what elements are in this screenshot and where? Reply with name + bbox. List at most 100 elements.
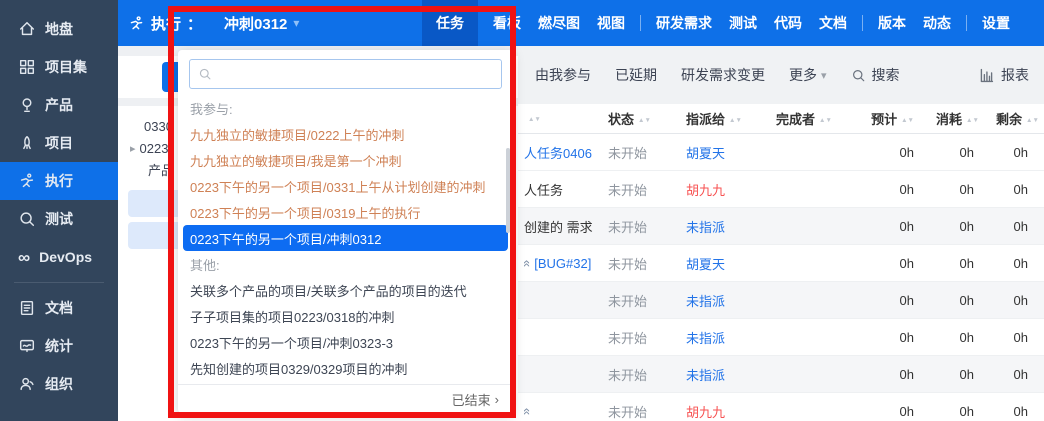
- sort-icon[interactable]: ▲▼: [1026, 117, 1039, 124]
- sidebar-item-label: DevOps: [39, 249, 93, 265]
- status-cell: 未开始: [608, 293, 648, 309]
- assignee-link[interactable]: 胡夏天: [686, 257, 725, 272]
- sidebar-item-program[interactable]: 项目集: [0, 48, 118, 86]
- menu-item-settings[interactable]: 设置: [980, 0, 1012, 46]
- remaining-cell: 0h: [1013, 329, 1028, 345]
- menu-item-burndown[interactable]: 燃尽图: [536, 0, 582, 46]
- sidebar-divider: [14, 282, 104, 283]
- assignee-link[interactable]: 胡九九: [686, 405, 725, 420]
- document-icon: [20, 300, 34, 316]
- sidebar-item-label: 测试: [45, 211, 73, 227]
- sidebar-item-project[interactable]: 项目: [0, 124, 118, 162]
- grid-icon: [19, 59, 35, 75]
- consumed-cell: 0h: [959, 329, 974, 345]
- table-row: «[BUG#32] 未开始 胡夏天 0h 0h 0h: [518, 245, 1044, 282]
- status-cell: 未开始: [608, 219, 648, 235]
- estimate-cell: 0h: [899, 144, 914, 160]
- dropdown-search-input[interactable]: [218, 61, 501, 87]
- sidebar-item-execution[interactable]: 执行: [0, 162, 118, 200]
- dropdown-item[interactable]: 九九独立的敏捷项目/0222上午的冲刺: [178, 121, 513, 147]
- menu-divider: [862, 15, 863, 31]
- filter-story-change[interactable]: 研发需求变更: [681, 65, 765, 85]
- dropdown-item[interactable]: 子子项目集的项目0223/0318的冲刺: [178, 303, 513, 329]
- infinity-icon: ∞: [18, 247, 31, 267]
- menu-item-view[interactable]: 视图: [595, 0, 627, 46]
- dropdown-group-label: 其他:: [190, 257, 220, 273]
- dropdown-item[interactable]: 先知创建的项目0329/0329项目的冲刺: [178, 355, 513, 381]
- task-table: ▲▼ 状态 ▲▼ 指派给 ▲▼ 完成者 ▲▼ 预计 ▲▼ 消耗 ▲▼ 剩余 ▲▼ 人任务04…: [518, 104, 1044, 421]
- estimate-cell: 0h: [899, 292, 914, 308]
- estimate-cell: 0h: [899, 218, 914, 234]
- assignee-link[interactable]: 胡九九: [686, 183, 725, 198]
- report-button[interactable]: 报表: [978, 65, 1044, 85]
- filter-toolbar: 由我参与 已延期 研发需求变更 更多 ▾ 搜索 报表: [518, 46, 1044, 104]
- status-cell: 未开始: [608, 404, 648, 420]
- column-finisher[interactable]: 完成者: [776, 112, 815, 127]
- chevron-down-icon: ▾: [821, 69, 827, 82]
- dropdown-item[interactable]: 关联多个产品的项目/关联多个产品的项目的迭代: [178, 277, 513, 303]
- sidebar-item-home[interactable]: 地盘: [0, 10, 118, 48]
- dropdown-item[interactable]: 0223下午的另一个项目/0319上午的执行: [178, 199, 513, 225]
- menu-item-kanban[interactable]: 看板: [491, 0, 523, 46]
- sidebar-item-stats[interactable]: 统计: [0, 327, 118, 365]
- people-icon: [20, 377, 34, 391]
- search-icon: [199, 68, 211, 80]
- remaining-cell: 0h: [1013, 144, 1028, 160]
- sidebar-item-label: 执行: [45, 173, 73, 189]
- status-cell: 未开始: [608, 330, 648, 346]
- dropdown-list: 我参与: 九九独立的敏捷项目/0222上午的冲刺 九九独立的敏捷项目/我是第一个…: [178, 93, 513, 384]
- dropdown-item[interactable]: 0223下午的另一个项目/冲刺0323-3: [178, 329, 513, 355]
- sprint-selector-trigger[interactable]: 冲刺0312 ▾: [224, 13, 299, 34]
- task-name: 创建的 需求: [524, 219, 593, 235]
- sort-icon[interactable]: ▲▼: [901, 117, 914, 124]
- sort-icon[interactable]: ▲▼: [819, 117, 832, 124]
- status-cell: 未开始: [608, 182, 648, 198]
- column-estimate[interactable]: 预计: [871, 112, 897, 127]
- dropdown-item[interactable]: 0223下午的另一个项目/0331上午从计划创建的冲刺: [178, 173, 513, 199]
- dropdown-item[interactable]: 九九独立的敏捷项目/我是第一个冲刺: [178, 147, 513, 173]
- sort-icon[interactable]: ▲▼: [528, 116, 541, 123]
- sidebar-item-org[interactable]: 组织: [0, 365, 118, 403]
- column-remaining[interactable]: 剩余: [996, 112, 1022, 127]
- sidebar-item-test[interactable]: 测试: [0, 200, 118, 238]
- dropdown-search-box[interactable]: [189, 59, 502, 89]
- more-dropdown[interactable]: 更多 ▾: [789, 65, 827, 85]
- search-button[interactable]: 搜索: [851, 65, 900, 85]
- menu-item-tasks[interactable]: 任务: [422, 0, 478, 46]
- task-name-link[interactable]: [BUG#32]: [534, 256, 591, 271]
- table-row: « 未开始 胡九九 0h 0h 0h: [518, 393, 1044, 421]
- separator: ：: [187, 15, 203, 33]
- dropdown-item-selected[interactable]: 0223下午的另一个项目/冲刺0312: [183, 225, 508, 251]
- assignee-link[interactable]: 未指派: [686, 368, 725, 383]
- scrollbar-thumb[interactable]: [506, 148, 510, 233]
- sidebar-item-product[interactable]: 产品: [0, 86, 118, 124]
- sort-icon[interactable]: ▲▼: [638, 117, 651, 124]
- remaining-cell: 0h: [1013, 366, 1028, 382]
- menu-item-dynamic[interactable]: 动态: [921, 0, 953, 46]
- dropdown-footer-finished[interactable]: 已结束 ›: [178, 384, 513, 413]
- menu-item-code[interactable]: 代码: [772, 0, 804, 46]
- filter-assigned-to-me[interactable]: 由我参与: [535, 65, 591, 85]
- tree-expand-icon[interactable]: ▸: [130, 138, 136, 160]
- assignee-link[interactable]: 未指派: [686, 331, 725, 346]
- menu-item-build[interactable]: 版本: [876, 0, 908, 46]
- assignee-link[interactable]: 未指派: [686, 294, 725, 309]
- sort-icon[interactable]: ▲▼: [966, 117, 979, 124]
- task-name-link[interactable]: 人任务0406: [524, 146, 592, 161]
- filter-delayed[interactable]: 已延期: [615, 65, 657, 85]
- menu-item-doc[interactable]: 文档: [817, 0, 849, 46]
- search-label: 搜索: [871, 67, 900, 83]
- assignee-link[interactable]: 胡夏天: [686, 146, 725, 161]
- menu-item-test[interactable]: 测试: [727, 0, 759, 46]
- sort-icon[interactable]: ▲▼: [729, 117, 742, 124]
- sidebar-item-doc[interactable]: 文档: [0, 289, 118, 327]
- menu-item-story[interactable]: 研发需求: [654, 0, 714, 46]
- remaining-cell: 0h: [1013, 181, 1028, 197]
- column-consumed[interactable]: 消耗: [936, 112, 962, 127]
- column-assignee[interactable]: 指派给: [686, 112, 725, 127]
- task-name: 人任务: [524, 182, 564, 198]
- assignee-link[interactable]: 未指派: [686, 220, 725, 235]
- column-status[interactable]: 状态: [608, 112, 634, 127]
- sidebar-item-devops[interactable]: ∞ DevOps: [0, 238, 118, 276]
- consumed-cell: 0h: [959, 403, 974, 419]
